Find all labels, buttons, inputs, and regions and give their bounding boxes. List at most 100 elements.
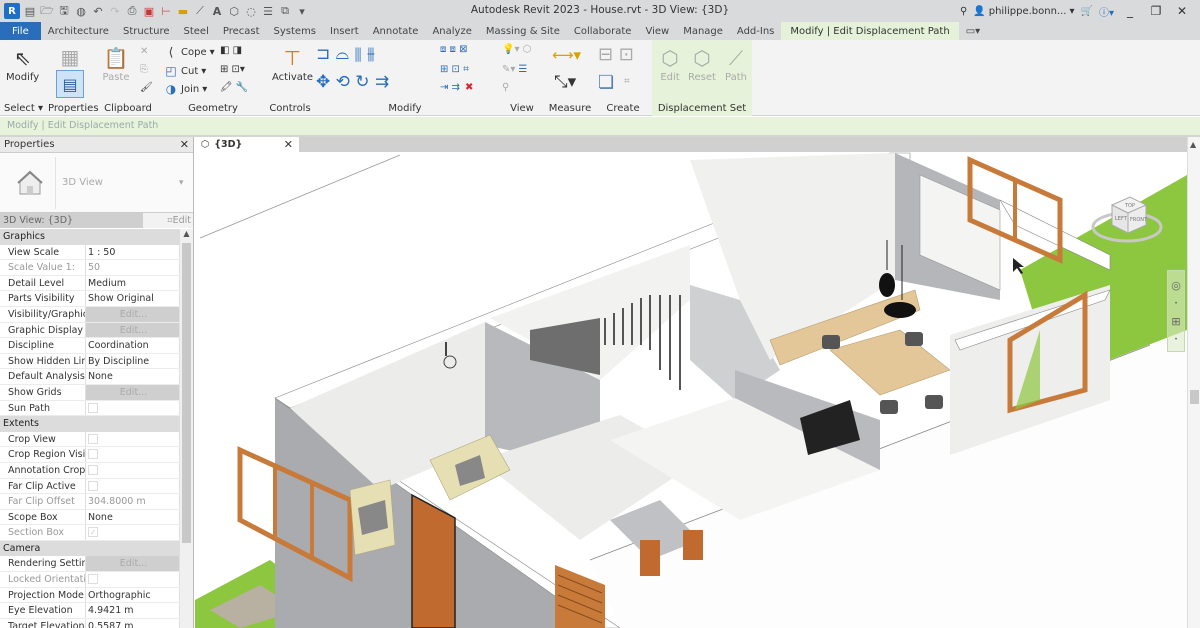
property-group-header[interactable]: Extents [0, 416, 180, 432]
hide-icon[interactable]: 💡▾ ⬡ [502, 44, 531, 55]
tab-analyze[interactable]: Analyze [425, 22, 478, 40]
select-dropdown[interactable]: Select ▾ [0, 103, 48, 114]
property-checkbox[interactable] [86, 462, 180, 478]
search-icon[interactable]: ⚲ [960, 6, 967, 17]
property-value[interactable]: None [86, 509, 180, 525]
property-edit-button[interactable]: Edit... [86, 306, 180, 322]
property-edit-button[interactable]: Edit... [86, 384, 180, 400]
property-value[interactable]: 0.5587 m [86, 618, 180, 628]
cut-button[interactable]: ◰ Cut ▾ [164, 64, 206, 78]
3d-viewport[interactable]: TOP LEFT FRONT ◎ • ⊞ • [195, 152, 1187, 628]
property-edit-button[interactable]: Edit... [86, 556, 180, 572]
join-button[interactable]: ◑ Join ▾ [164, 82, 207, 96]
switch-windows-icon[interactable]: ⧉ [278, 4, 292, 18]
thin-lines-icon[interactable]: ☰ [261, 4, 275, 18]
scroll-up-icon[interactable]: ▲ [180, 229, 193, 238]
property-value[interactable]: 4.9421 m [86, 603, 180, 618]
file-icon[interactable]: ▤ [23, 4, 37, 18]
property-edit-button[interactable]: Edit... [86, 322, 180, 338]
customize-icon[interactable]: ▾ [295, 4, 309, 18]
modify-button[interactable]: ⇖ Modify [6, 44, 39, 83]
instance-filter[interactable]: 3D View: {3D} [0, 213, 143, 228]
modify-tools-col1[interactable]: ⧈ ⧈ ⊠ [440, 44, 467, 55]
tab-systems[interactable]: Systems [267, 22, 324, 40]
property-checkbox[interactable] [86, 478, 180, 494]
properties-button[interactable]: ▤ [56, 70, 84, 98]
viewcube[interactable]: TOP LEFT FRONT [1090, 187, 1165, 247]
tab-file[interactable]: File [0, 22, 41, 40]
viewcube-left[interactable]: LEFT [1115, 216, 1128, 222]
close-icon[interactable]: ✕ [180, 138, 189, 151]
undo-icon[interactable]: ↶ [91, 4, 105, 18]
minimize-button[interactable]: _ [1120, 4, 1140, 18]
print-icon[interactable]: ⎙ [125, 4, 139, 18]
ribbon-display-toggle[interactable]: ▭▾ [959, 22, 987, 40]
revit-logo-icon[interactable]: R [4, 3, 20, 19]
property-value[interactable]: Orthographic [86, 587, 180, 603]
measure-icon[interactable]: ⊢ [159, 4, 173, 18]
pdf-icon[interactable]: ▣ [142, 4, 156, 18]
edit-type-button[interactable]: ⌗Edit Type [143, 213, 193, 241]
section-icon[interactable]: ◌ [244, 4, 258, 18]
checkbox[interactable] [88, 433, 98, 444]
property-checkbox[interactable] [86, 400, 180, 416]
checkbox[interactable] [88, 480, 98, 491]
pin-icon[interactable]: ⚲ [502, 82, 509, 93]
path-network-icon[interactable]: ⌗ [624, 76, 630, 87]
tab-steel[interactable]: Steel [177, 22, 216, 40]
redo-icon[interactable]: ↷ [108, 4, 122, 18]
reset-displacement-button[interactable]: ⬡ Reset [688, 44, 716, 83]
cart-icon[interactable]: 🛒 [1081, 6, 1093, 17]
delete-icon[interactable]: ✖ [465, 82, 473, 93]
property-value[interactable]: None [86, 369, 180, 384]
tab-architecture[interactable]: Architecture [41, 22, 116, 40]
sync-icon[interactable]: ◍ [74, 4, 88, 18]
property-value[interactable]: Show Original [86, 291, 180, 306]
tab-manage[interactable]: Manage [676, 22, 730, 40]
measure-between-icon[interactable]: ⟷▾ [552, 46, 581, 64]
modify-tools-row1[interactable]: ⊐ ⌓ ⫴ ⫵ [316, 44, 375, 64]
cope-button[interactable]: ⟨ Cope ▾ [164, 45, 215, 59]
wall-joins-icon[interactable]: ⊞ ⊡▾ [220, 64, 245, 75]
text-icon[interactable]: A [210, 4, 224, 18]
match-properties-icon[interactable]: 🖌 [140, 82, 153, 93]
view-tab-3d[interactable]: ⬡ {3D} ✕ [195, 137, 299, 152]
activate-button[interactable]: ⊤ Activate [272, 44, 313, 83]
paint-icon[interactable]: 🖍 🔧 [220, 82, 248, 93]
scroll-thumb[interactable] [182, 243, 191, 543]
aligned-dimension-icon[interactable]: ⤡▾ [554, 72, 576, 92]
zoom-region-icon[interactable]: ⊞ [1171, 315, 1180, 328]
open-icon[interactable]: 🗁 [40, 4, 54, 18]
viewcube-front[interactable]: FRONT [1130, 217, 1148, 223]
tab-collaborate[interactable]: Collaborate [567, 22, 639, 40]
property-checkbox[interactable] [86, 431, 180, 447]
properties-scrollbar[interactable]: ▲ [180, 229, 193, 628]
user-menu[interactable]: 👤 philippe.bonn... ▾ [973, 6, 1074, 17]
copy-icon[interactable]: ⎘ [140, 64, 148, 75]
split-face-icon[interactable]: ◧ ◨ [220, 45, 242, 56]
checkbox[interactable] [88, 464, 98, 475]
create-displacement-icon[interactable]: ❏ [598, 72, 614, 93]
checkbox[interactable] [88, 402, 98, 413]
steering-wheel-icon[interactable]: ◎ [1171, 279, 1181, 292]
scroll-thumb[interactable] [1190, 390, 1199, 404]
type-selector[interactable]: 3D View ▾ [0, 153, 193, 213]
tab-structure[interactable]: Structure [116, 22, 177, 40]
scroll-up-icon[interactable]: ▲ [1190, 140, 1196, 149]
modify-tools-col3[interactable]: ⇥ ⇉ ✖ [440, 82, 473, 93]
modify-tools-col2[interactable]: ⊞ ⊡ ⌗ [440, 64, 469, 75]
tab-massing-site[interactable]: Massing & Site [479, 22, 567, 40]
dimension-icon[interactable]: ▬ [176, 4, 190, 18]
close-tab-icon[interactable]: ✕ [284, 138, 293, 151]
tab-precast[interactable]: Precast [216, 22, 267, 40]
edit-displacement-button[interactable]: ⬡ Edit [656, 44, 684, 83]
tab-insert[interactable]: Insert [323, 22, 366, 40]
viewcube-top[interactable]: TOP [1124, 203, 1135, 209]
property-value[interactable]: By Discipline [86, 353, 180, 369]
tab-annotate[interactable]: Annotate [366, 22, 426, 40]
tab-add-ins[interactable]: Add-Ins [730, 22, 781, 40]
type-properties-button[interactable]: ▦ [56, 43, 84, 71]
tab-modify-edit-displacement-path[interactable]: Modify | Edit Displacement Path [781, 22, 959, 40]
create-group-icon[interactable]: ⊟ ⊡ [598, 44, 634, 65]
tag-icon[interactable]: ⟋ [193, 4, 207, 18]
